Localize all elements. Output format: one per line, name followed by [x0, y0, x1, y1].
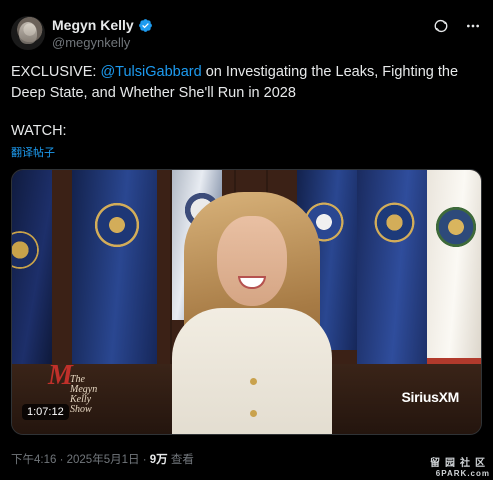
show-logo-mark: M [48, 360, 73, 391]
tweet-date[interactable]: 2025年5月1日 [67, 454, 140, 466]
avatar[interactable] [11, 16, 45, 50]
seal-right [372, 200, 417, 245]
watermark-top: 留园社区 [430, 458, 490, 469]
view-count[interactable]: 9万 [150, 454, 168, 466]
flag-right-white [427, 170, 481, 370]
site-watermark: 留园社区 6PARK.com [430, 454, 490, 478]
more-icon[interactable] [465, 18, 481, 34]
author-handle[interactable]: @megynkelly [52, 35, 130, 50]
translate-link[interactable]: 翻译帖子 [11, 144, 55, 160]
seal-center-left [92, 200, 142, 250]
video-duration: 1:07:12 [22, 404, 69, 420]
meta-separator: · [56, 454, 67, 466]
seal-far-right [434, 205, 478, 249]
mention-link[interactable]: @TulsiGabbard [100, 64, 201, 80]
watermark-bottom: 6PARK.com [435, 469, 490, 478]
meta-separator: · [139, 454, 150, 466]
siriusxm-logo: SiriusXM [401, 389, 459, 405]
host-figure [162, 188, 342, 434]
views-label: 查看 [167, 454, 194, 466]
tweet-text-prefix: EXCLUSIVE: [11, 64, 101, 80]
host-face [217, 216, 287, 306]
video-player[interactable]: M The Megyn Kelly Show SiriusXM 1:07:12 [11, 169, 482, 435]
show-logo: M The Megyn Kelly Show [48, 362, 97, 415]
tweet-time[interactable]: 下午4:16 [11, 454, 56, 466]
tweet-header: Megyn Kelly @megynkelly [11, 14, 481, 54]
header-actions [433, 18, 481, 34]
author-display-name[interactable]: Megyn Kelly [52, 17, 134, 33]
blazer-button [250, 378, 257, 385]
tweet-meta: 下午4:16 · 2025年5月1日 · 9万 查看 [11, 451, 194, 467]
show-logo-line4: Show [70, 404, 92, 415]
tweet-text: EXCLUSIVE: @TulsiGabbard on Investigatin… [11, 62, 476, 104]
verified-badge-icon[interactable] [138, 18, 153, 33]
grok-icon[interactable] [433, 18, 449, 34]
watch-label: WATCH: [11, 123, 67, 139]
blazer-button [250, 410, 257, 417]
author-name-row: Megyn Kelly [52, 17, 153, 33]
